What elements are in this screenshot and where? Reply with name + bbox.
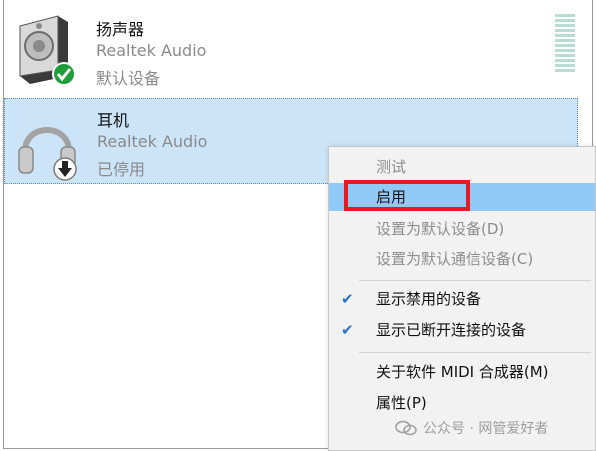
menu-item-label: 显示禁用的设备 xyxy=(376,290,482,308)
menu-item-label: 设置为默认通信设备(C) xyxy=(376,250,534,268)
watermark-text: 公众号 · 网管爱好者 xyxy=(423,421,549,437)
device-item-speaker[interactable]: 扬声器 Realtek Audio 默认设备 xyxy=(4,4,578,90)
menu-separator xyxy=(359,280,591,281)
menu-item-show-disconnected[interactable]: ✔ 显示已断开连接的设备 xyxy=(329,316,595,344)
menu-item-about-midi[interactable]: 关于软件 MIDI 合成器(M) xyxy=(329,358,595,386)
annotation-highlight-box xyxy=(344,180,470,211)
device-driver: Realtek Audio xyxy=(96,41,207,60)
headphones-icon xyxy=(18,127,77,181)
checkmark-icon: ✔ xyxy=(341,321,354,339)
device-driver: Realtek Audio xyxy=(97,132,208,151)
menu-item-label: 测试 xyxy=(376,158,407,176)
watermark: 公众号 · 网管爱好者 xyxy=(395,418,548,438)
speaker-icon xyxy=(19,15,76,86)
menu-item-show-disabled[interactable]: ✔ 显示禁用的设备 xyxy=(329,285,595,313)
menu-item-properties[interactable]: 属性(P) xyxy=(329,389,595,417)
disabled-arrow-icon xyxy=(53,157,77,181)
menu-separator xyxy=(359,352,591,353)
menu-item-set-default-comm[interactable]: 设置为默认通信设备(C) xyxy=(329,245,595,273)
menu-item-test[interactable]: 测试 xyxy=(329,153,595,181)
menu-item-set-default[interactable]: 设置为默认设备(D) xyxy=(329,215,595,243)
checkmark-icon: ✔ xyxy=(341,290,354,308)
volume-level-meter xyxy=(555,14,575,72)
wechat-logo-icon xyxy=(395,420,417,436)
menu-item-label: 属性(P) xyxy=(376,394,427,412)
menu-item-label: 关于软件 MIDI 合成器(M) xyxy=(376,363,549,381)
menu-item-label: 设置为默认设备(D) xyxy=(376,220,505,238)
menu-item-label: 显示已断开连接的设备 xyxy=(376,321,527,339)
default-check-icon xyxy=(52,62,76,86)
device-name: 扬声器 xyxy=(96,20,145,39)
device-name: 耳机 xyxy=(97,111,130,130)
device-status: 已停用 xyxy=(97,160,146,179)
device-status: 默认设备 xyxy=(96,69,161,88)
